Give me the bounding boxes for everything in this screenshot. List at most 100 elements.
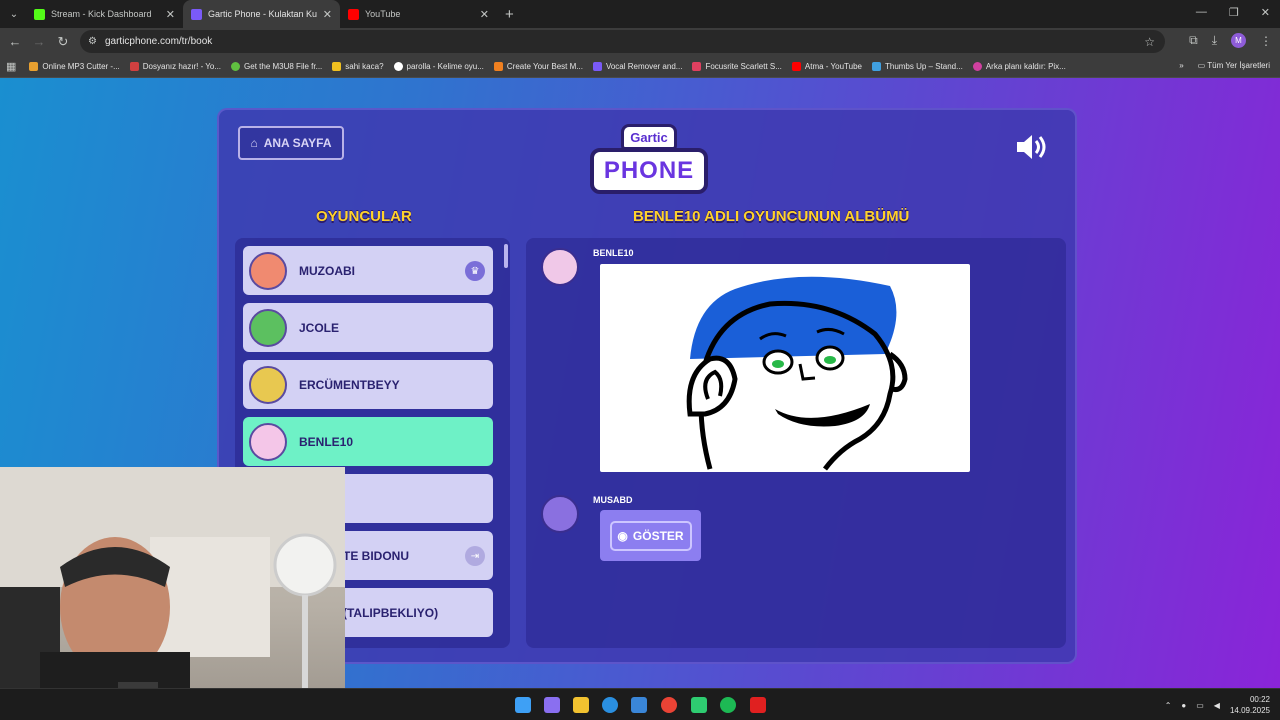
tab-title: Gartic Phone - Kulaktan Kulağa: [208, 9, 317, 19]
player-item[interactable]: ERCÜMENTBEYY: [243, 360, 493, 409]
bookmark-icon: [493, 61, 503, 71]
bookmark-icon: [791, 61, 801, 71]
restore-icon[interactable]: ❐: [1229, 6, 1239, 19]
speaker-icon[interactable]: ◀: [1214, 701, 1220, 710]
kick-favicon-icon: [34, 8, 45, 20]
tray-overflow-icon[interactable]: ⌃: [1165, 701, 1172, 710]
bookmark-icon: [592, 61, 602, 71]
entry-author: MUSABD: [593, 495, 633, 505]
minimize-icon[interactable]: —: [1196, 6, 1207, 19]
bookmark-label: Thumbs Up – Stand...: [884, 61, 963, 71]
network-icon[interactable]: ▭: [1196, 701, 1204, 710]
player-name: TE BIDONU: [343, 548, 409, 563]
bookmark-label: Online MP3 Cutter -...: [42, 61, 120, 71]
download-icon[interactable]: ⤓: [1212, 33, 1217, 48]
bookmark-item[interactable]: Online MP3 Cutter -...: [24, 61, 124, 71]
clock[interactable]: 00:22 14.09.2025: [1230, 694, 1270, 716]
player-avatar: [249, 308, 287, 347]
home-button[interactable]: ⌂ ANA SAYFA: [238, 126, 344, 160]
folder-icon: ▭: [1197, 61, 1206, 70]
windows-taskbar: ⌃ ● ▭ ◀ 00:22 14.09.2025: [0, 688, 1280, 720]
player-name: ERCÜMENTBEYY: [299, 377, 400, 392]
bookmark-item[interactable]: parolla - Kelime oyu...: [389, 61, 489, 71]
player-avatar: [249, 422, 287, 461]
player-avatar: [249, 251, 287, 290]
media-player-icon[interactable]: [750, 697, 766, 713]
site-info-icon[interactable]: ⚙: [88, 36, 97, 47]
home-label: ANA SAYFA: [263, 136, 332, 150]
tab-search-icon[interactable]: ⌄: [2, 4, 26, 24]
kick-app-icon[interactable]: [691, 697, 707, 713]
forward-icon[interactable]: →: [27, 34, 51, 49]
microphone-icon[interactable]: ●: [1181, 701, 1186, 710]
close-tab-icon[interactable]: ✕: [323, 8, 332, 21]
bookmarks-right: » ▭ Tüm Yer İşaretleri: [1179, 61, 1270, 70]
album-title: BENLE10 ADLI OYUNCUNUN ALBÜMÜ: [633, 208, 910, 225]
show-label: GÖSTER: [632, 528, 684, 543]
close-window-icon[interactable]: ✕: [1261, 6, 1270, 19]
profile-avatar[interactable]: M: [1231, 33, 1246, 48]
bookmark-item[interactable]: Create Your Best M...: [489, 61, 588, 71]
bookmark-label: Create Your Best M...: [506, 61, 583, 71]
bookmark-item[interactable]: Get the M3U8 File fr...: [226, 61, 327, 71]
bookmark-icon: [972, 61, 982, 71]
player-item-active[interactable]: BENLE10: [243, 417, 493, 466]
edge-icon[interactable]: [602, 697, 618, 713]
gartic-phone-logo: Gartic PHONE: [590, 124, 708, 196]
player-avatar: [249, 365, 287, 404]
logo-top: Gartic: [621, 124, 677, 150]
player-item[interactable]: JCOLE: [243, 303, 493, 352]
tab-title: YouTube: [365, 9, 401, 19]
address-bar[interactable]: ⚙ garticphone.com/tr/book ☆: [80, 30, 1165, 53]
player-name: BENLE10: [299, 434, 354, 449]
bookmarks-bar: ▦ Online MP3 Cutter -... Dosyanız hazır!…: [0, 55, 1280, 78]
player-list-scrollbar[interactable]: [504, 244, 508, 268]
bookmark-icon: [393, 61, 403, 71]
more-bookmarks-icon[interactable]: »: [1179, 61, 1183, 70]
bookmark-item[interactable]: Focusrite Scarlett S...: [687, 61, 786, 71]
menu-icon[interactable]: ⋮: [1260, 34, 1272, 48]
close-tab-icon[interactable]: ✕: [480, 8, 489, 21]
bookmark-item[interactable]: Thumbs Up – Stand...: [867, 61, 968, 71]
browser-toolbar: ← → ↻ ⚙ garticphone.com/tr/book ☆ ⧉ ⤓ M …: [0, 28, 1280, 55]
store-icon[interactable]: [631, 697, 647, 713]
volume-icon[interactable]: [1015, 132, 1049, 162]
chrome-icon[interactable]: [661, 697, 677, 713]
bookmark-item[interactable]: sahi kaca?: [327, 61, 388, 71]
exit-icon[interactable]: ⇥: [465, 546, 485, 566]
youtube-favicon-icon: [348, 8, 359, 20]
players-title: OYUNCULAR: [316, 208, 412, 225]
all-bookmarks-folder[interactable]: ▭ Tüm Yer İşaretleri: [1198, 61, 1270, 70]
bookmark-item[interactable]: Vocal Remover and...: [588, 61, 687, 71]
clock-time: 00:22: [1249, 695, 1270, 704]
extensions-icon[interactable]: ⧉: [1189, 33, 1198, 48]
close-tab-icon[interactable]: ✕: [166, 8, 175, 21]
spotify-icon[interactable]: [720, 697, 736, 713]
hidden-entry: ◉ GÖSTER: [600, 510, 701, 561]
copilot-icon[interactable]: [544, 697, 560, 713]
show-button[interactable]: ◉ GÖSTER: [609, 520, 692, 551]
bookmark-label: Dosyanız hazır! - Yo...: [142, 61, 222, 71]
bookmark-item[interactable]: Arka planı kaldır: Pix...: [968, 61, 1071, 71]
back-icon[interactable]: ←: [3, 34, 27, 49]
bookmark-label: Atma - YouTube: [804, 61, 862, 71]
bookmark-item[interactable]: Atma - YouTube: [787, 61, 867, 71]
crown-icon: ♛: [465, 261, 485, 281]
bookmark-star-icon[interactable]: ☆: [1144, 35, 1155, 49]
player-item[interactable]: MUZOABI ♛: [243, 246, 493, 295]
apps-icon[interactable]: ▦: [6, 60, 16, 73]
gartic-favicon-icon: [191, 8, 202, 20]
tab-youtube[interactable]: YouTube ✕: [340, 0, 497, 28]
player-name: JCOLE: [299, 320, 340, 335]
reload-icon[interactable]: ↻: [51, 34, 75, 50]
bookmark-icon: [29, 61, 39, 71]
file-explorer-icon[interactable]: [573, 697, 589, 713]
entry-author: BENLE10: [593, 248, 634, 258]
tab-gartic[interactable]: Gartic Phone - Kulaktan Kulağa ✕: [183, 0, 340, 28]
new-tab-icon[interactable]: +: [505, 6, 514, 23]
bookmark-item[interactable]: Dosyanız hazır! - Yo...: [125, 61, 226, 71]
start-icon[interactable]: [515, 697, 531, 713]
tab-kick[interactable]: Stream - Kick Dashboard ✕: [26, 0, 183, 28]
bookmark-label: Arka planı kaldır: Pix...: [985, 61, 1066, 71]
entry-avatar: [541, 495, 579, 533]
